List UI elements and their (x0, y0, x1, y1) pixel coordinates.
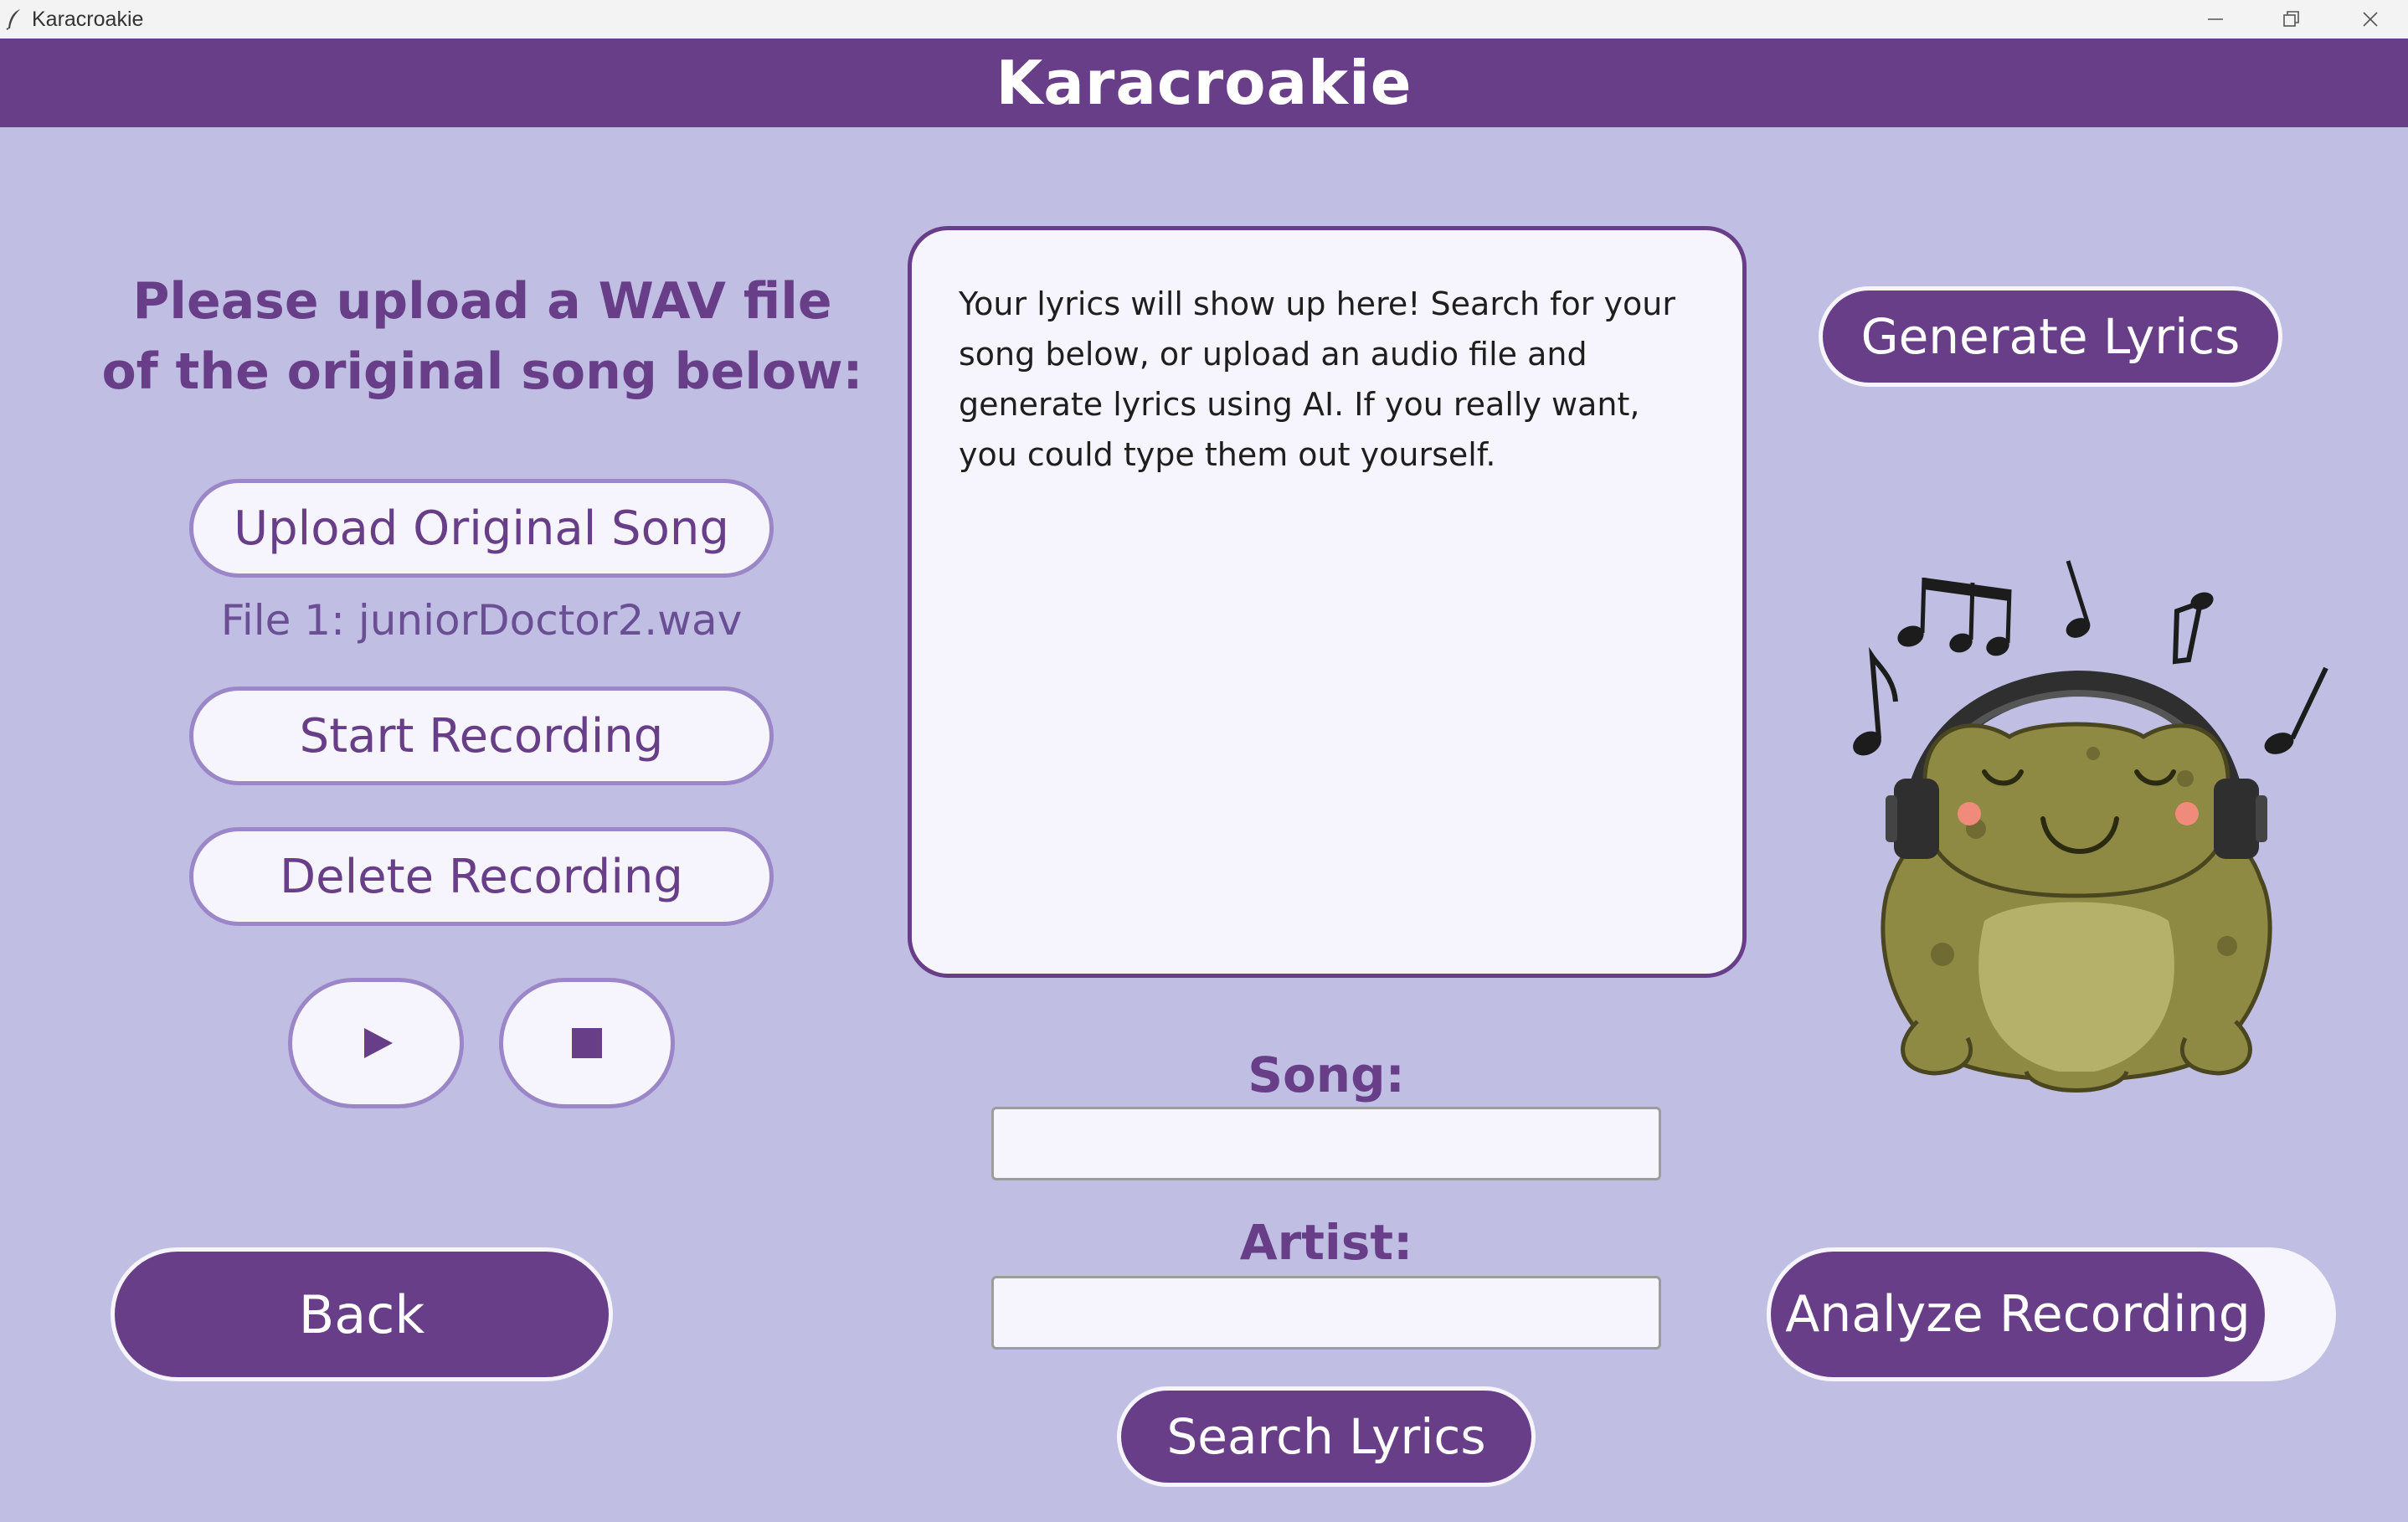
restore-icon (2283, 11, 2299, 27)
restore-button[interactable] (2254, 0, 2329, 39)
generate-lyrics-button[interactable]: Generate Lyrics (1819, 286, 2282, 387)
search-lyrics-button[interactable]: Search Lyrics (1117, 1386, 1536, 1487)
header-banner: Karacroakie (0, 39, 2408, 127)
close-button[interactable] (2333, 0, 2408, 39)
app-title: Karacroakie (996, 48, 1412, 118)
minimize-button[interactable] (2178, 0, 2253, 39)
feather-icon (6, 9, 20, 30)
minimize-icon (2208, 18, 2223, 20)
analyze-recording-button[interactable]: Analyze Recording (1767, 1247, 2269, 1381)
upload-instruction: Please upload a WAV file of the original… (101, 272, 863, 401)
frog-headphones-illustration (1853, 560, 2328, 1093)
artist-input[interactable] (991, 1276, 1661, 1350)
back-button[interactable]: Back (111, 1247, 613, 1381)
window-title: Karacroakie (32, 8, 144, 31)
close-icon (2363, 12, 2378, 27)
lyrics-textbox[interactable]: Your lyrics will show up here! Search fo… (908, 226, 1747, 978)
stop-icon (572, 1028, 602, 1058)
delete-recording-button[interactable]: Delete Recording (189, 827, 774, 926)
uploaded-file-label: File 1: juniorDoctor2.wav (220, 596, 743, 645)
window-titlebar: Karacroakie (0, 0, 2408, 39)
upload-original-song-button[interactable]: Upload Original Song (189, 479, 774, 578)
stop-button[interactable] (499, 978, 675, 1108)
lyrics-text: Your lyrics will show up here! Search fo… (959, 285, 1675, 473)
song-input[interactable] (991, 1107, 1661, 1180)
song-label: Song: (1248, 1046, 1405, 1103)
play-button[interactable] (288, 978, 464, 1108)
play-icon (364, 1028, 393, 1058)
artist-label: Artist: (1239, 1214, 1413, 1271)
start-recording-button[interactable]: Start Recording (189, 686, 774, 785)
